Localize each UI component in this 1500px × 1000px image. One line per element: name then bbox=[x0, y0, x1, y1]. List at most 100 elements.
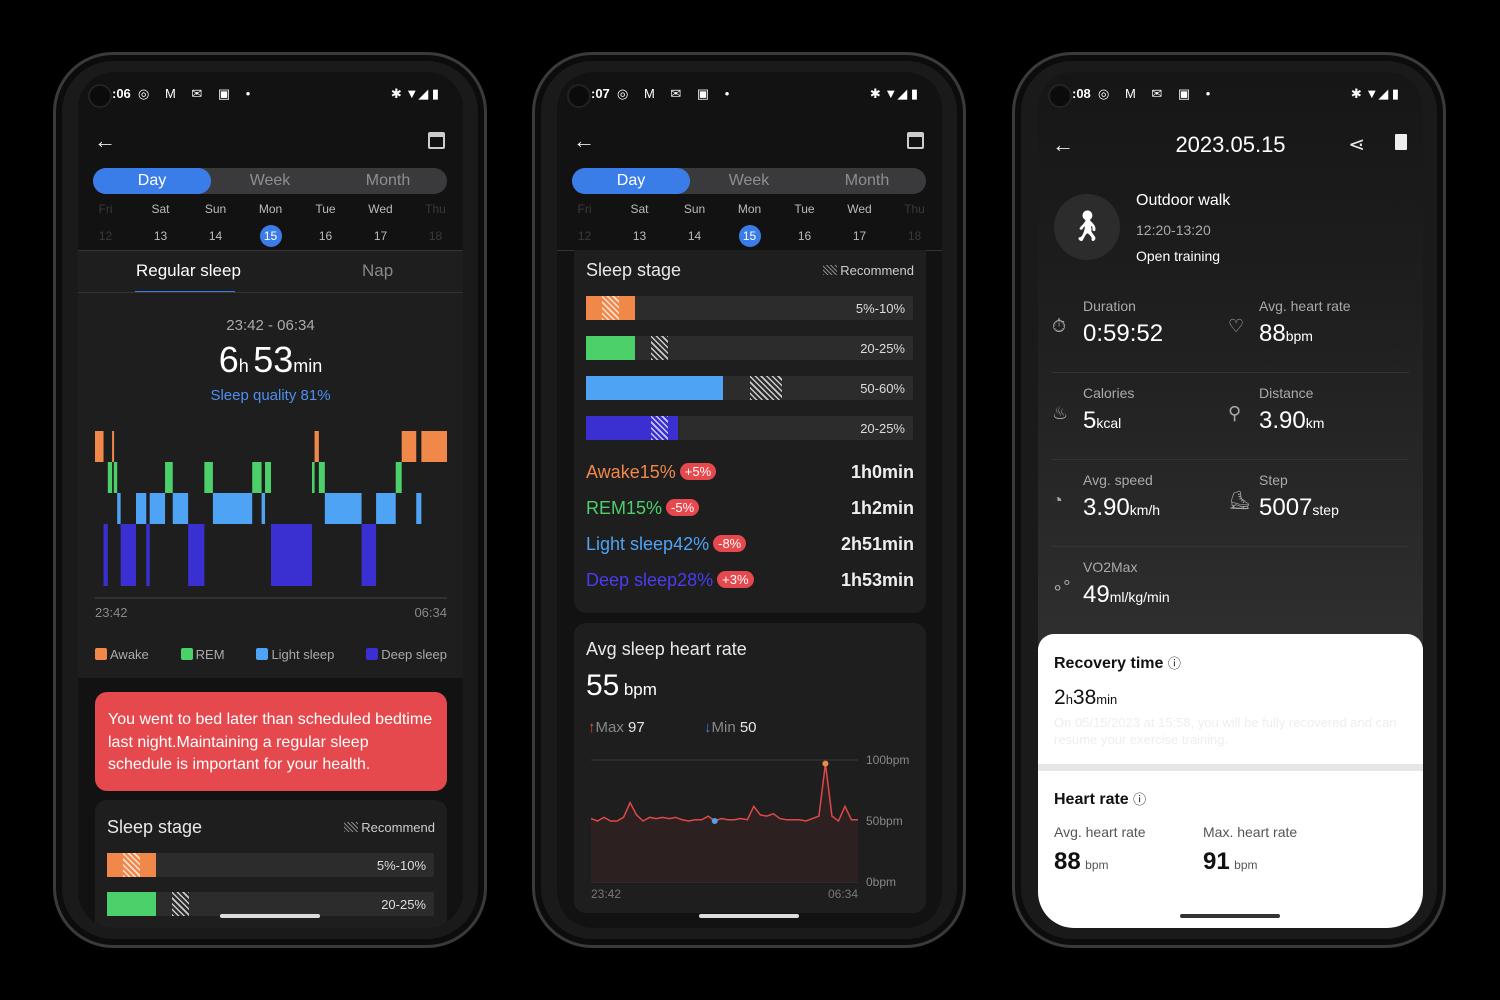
stage-bar-rem: 20-25% bbox=[107, 892, 434, 916]
stat-avg-speed: ◔ Avg. speed 3.90km/h bbox=[1052, 472, 1409, 547]
workout-detail-screen: :08 ◎ M ✉ ▣ • ✱ ▼◢ ▮ ← 2023.05.15 ⋖ 🚶︎ Out… bbox=[1038, 72, 1423, 928]
day-name: Mon bbox=[258, 202, 283, 216]
recovery-note: On 05/15/2023 at 15:58, you will be full… bbox=[1054, 715, 1397, 747]
x-start-label: 23:42 bbox=[591, 887, 621, 901]
day-wed[interactable]: Wed 17 bbox=[353, 202, 408, 247]
sleep-summary-section: Regular sleep Nap 23:42 - 06:34 6h 53min… bbox=[78, 250, 463, 678]
open-training-link[interactable]: Open training bbox=[1136, 248, 1220, 264]
day-name: Tue bbox=[315, 202, 336, 216]
day-mon[interactable]: Mon 15 bbox=[243, 202, 298, 247]
arrow-up-icon: ↑ bbox=[588, 719, 596, 736]
hypnogram-segment-deep bbox=[146, 524, 150, 586]
stage-bar-awake: 5%-10% bbox=[107, 853, 434, 877]
day-number: 15 bbox=[738, 225, 761, 247]
home-indicator[interactable] bbox=[220, 914, 320, 918]
x-end-label: 06:34 bbox=[828, 887, 858, 901]
tab-month[interactable]: Month bbox=[808, 168, 926, 194]
recommended-range bbox=[749, 376, 783, 400]
legend-swatch bbox=[366, 648, 379, 660]
hypnogram-segment-rem bbox=[204, 462, 213, 493]
workout-type: Outdoor walk bbox=[1136, 192, 1231, 209]
calendar-icon[interactable] bbox=[907, 132, 924, 149]
y-tick-label: 0bpm bbox=[866, 875, 896, 889]
legend-deep: Deep sleep bbox=[366, 647, 447, 662]
day-tue[interactable]: Tue 16 bbox=[298, 202, 353, 247]
hypnogram-segment-awake bbox=[95, 431, 104, 462]
stage-duration: 1h0min bbox=[850, 462, 914, 482]
share-icon[interactable]: ⋖ bbox=[1348, 132, 1365, 157]
stage-duration: 2h51min bbox=[840, 534, 914, 554]
avg-heart-rate: 55 bpm bbox=[586, 669, 657, 702]
heart-rate-chart: 100bpm 50bpm 0bpm 23:42 06:34 bbox=[590, 753, 909, 901]
workout-time: 12:20-13:20 bbox=[1136, 222, 1211, 238]
day-number: 12 bbox=[98, 229, 113, 243]
day-thu[interactable]: Thu 18 bbox=[408, 202, 463, 247]
day-fri[interactable]: Fri 12 bbox=[557, 202, 612, 247]
day-sat[interactable]: Sat 13 bbox=[133, 202, 188, 247]
axis-start: 23:42 bbox=[95, 605, 128, 620]
hypnogram-chart bbox=[95, 431, 447, 599]
tab-week[interactable]: Week bbox=[211, 168, 329, 194]
delete-icon[interactable] bbox=[1395, 134, 1407, 150]
stage-duration: 1h53min bbox=[840, 570, 914, 590]
tab-day[interactable]: Day bbox=[572, 168, 690, 194]
day-sat[interactable]: Sat 13 bbox=[612, 202, 667, 247]
status-time: :07 bbox=[591, 86, 610, 101]
day-tue[interactable]: Tue 16 bbox=[777, 202, 832, 247]
stage-bar-rem: 20-25% bbox=[586, 336, 913, 360]
card-title: Avg sleep heart rate bbox=[586, 639, 747, 659]
min-point bbox=[711, 818, 718, 824]
home-indicator[interactable] bbox=[1180, 914, 1280, 918]
diff-badge: +5% bbox=[679, 463, 717, 480]
flame-icon: ♨ bbox=[1052, 403, 1069, 423]
home-indicator[interactable] bbox=[699, 914, 799, 918]
hypnogram-segment-light bbox=[117, 493, 121, 524]
hypnogram-segment-rem bbox=[165, 462, 173, 493]
day-name: Sun bbox=[204, 202, 227, 216]
tab-day[interactable]: Day bbox=[93, 168, 211, 194]
day-wed[interactable]: Wed 17 bbox=[832, 202, 887, 247]
hypnogram-segment-light bbox=[376, 493, 396, 524]
workout-date: 2023.05.15 bbox=[1175, 132, 1286, 157]
tab-regular-sleep[interactable]: Regular sleep bbox=[136, 261, 241, 281]
diff-badge: +3% bbox=[717, 571, 754, 588]
day-picker: Fri 12 Sat 13 Sun 14 Mon 15 Tue 16 Wed 17 Thu 18 bbox=[78, 202, 463, 247]
day-fri[interactable]: Fri 12 bbox=[78, 202, 133, 247]
stage-fill bbox=[586, 336, 636, 360]
day-thu[interactable]: Thu 18 bbox=[887, 202, 942, 247]
sleep-quality: Sleep quality 81% bbox=[210, 387, 331, 404]
hypnogram-segment-awake bbox=[112, 431, 115, 462]
info-icon[interactable]: ⓘ bbox=[1133, 792, 1146, 807]
day-name: Tue bbox=[794, 202, 815, 216]
day-name: Mon bbox=[737, 202, 762, 216]
stat-step: ⛸ Step 5007step bbox=[1228, 472, 1339, 521]
tab-month[interactable]: Month bbox=[329, 168, 447, 194]
hypnogram-segment-rem bbox=[113, 462, 118, 493]
info-icon[interactable]: ⓘ bbox=[1168, 656, 1181, 671]
legend-swatch bbox=[95, 648, 107, 660]
axis-end: 06:34 bbox=[414, 605, 447, 620]
hypnogram-segment-deep bbox=[103, 524, 108, 586]
stat-vo2max: ∘° VO2Max 49ml/kg/min bbox=[1052, 559, 1170, 608]
day-sun[interactable]: Sun 14 bbox=[188, 202, 243, 247]
status-bar: :07 ◎ M ✉ ▣ • ✱ ▼◢ ▮ bbox=[591, 86, 918, 101]
back-arrow-icon[interactable]: ← bbox=[94, 128, 116, 154]
tab-nap[interactable]: Nap bbox=[362, 261, 393, 281]
system-icons: ✱ ▼◢ ▮ bbox=[390, 86, 439, 101]
back-arrow-icon[interactable]: ← bbox=[573, 128, 595, 154]
day-name: Fri bbox=[98, 202, 113, 216]
hypnogram-segment-awake bbox=[314, 431, 319, 462]
legend-awake: Awake bbox=[95, 647, 149, 662]
day-sun[interactable]: Sun 14 bbox=[667, 202, 722, 247]
diff-badge: -8% bbox=[713, 535, 747, 552]
day-mon[interactable]: Mon 15 bbox=[722, 202, 777, 247]
recommended-range bbox=[651, 336, 668, 360]
tab-week[interactable]: Week bbox=[690, 168, 808, 194]
y-tick-label: 50bpm bbox=[866, 814, 903, 828]
calendar-icon[interactable] bbox=[428, 132, 445, 149]
y-tick-label: 100bpm bbox=[866, 753, 909, 767]
sleep-time-range: 23:42 - 06:34 bbox=[226, 317, 315, 334]
stage-row-rem: REM15% -5% 1h2min bbox=[586, 498, 914, 518]
late-bedtime-alert: You went to bed later than scheduled bed… bbox=[95, 692, 447, 791]
day-name: Thu bbox=[425, 202, 446, 216]
